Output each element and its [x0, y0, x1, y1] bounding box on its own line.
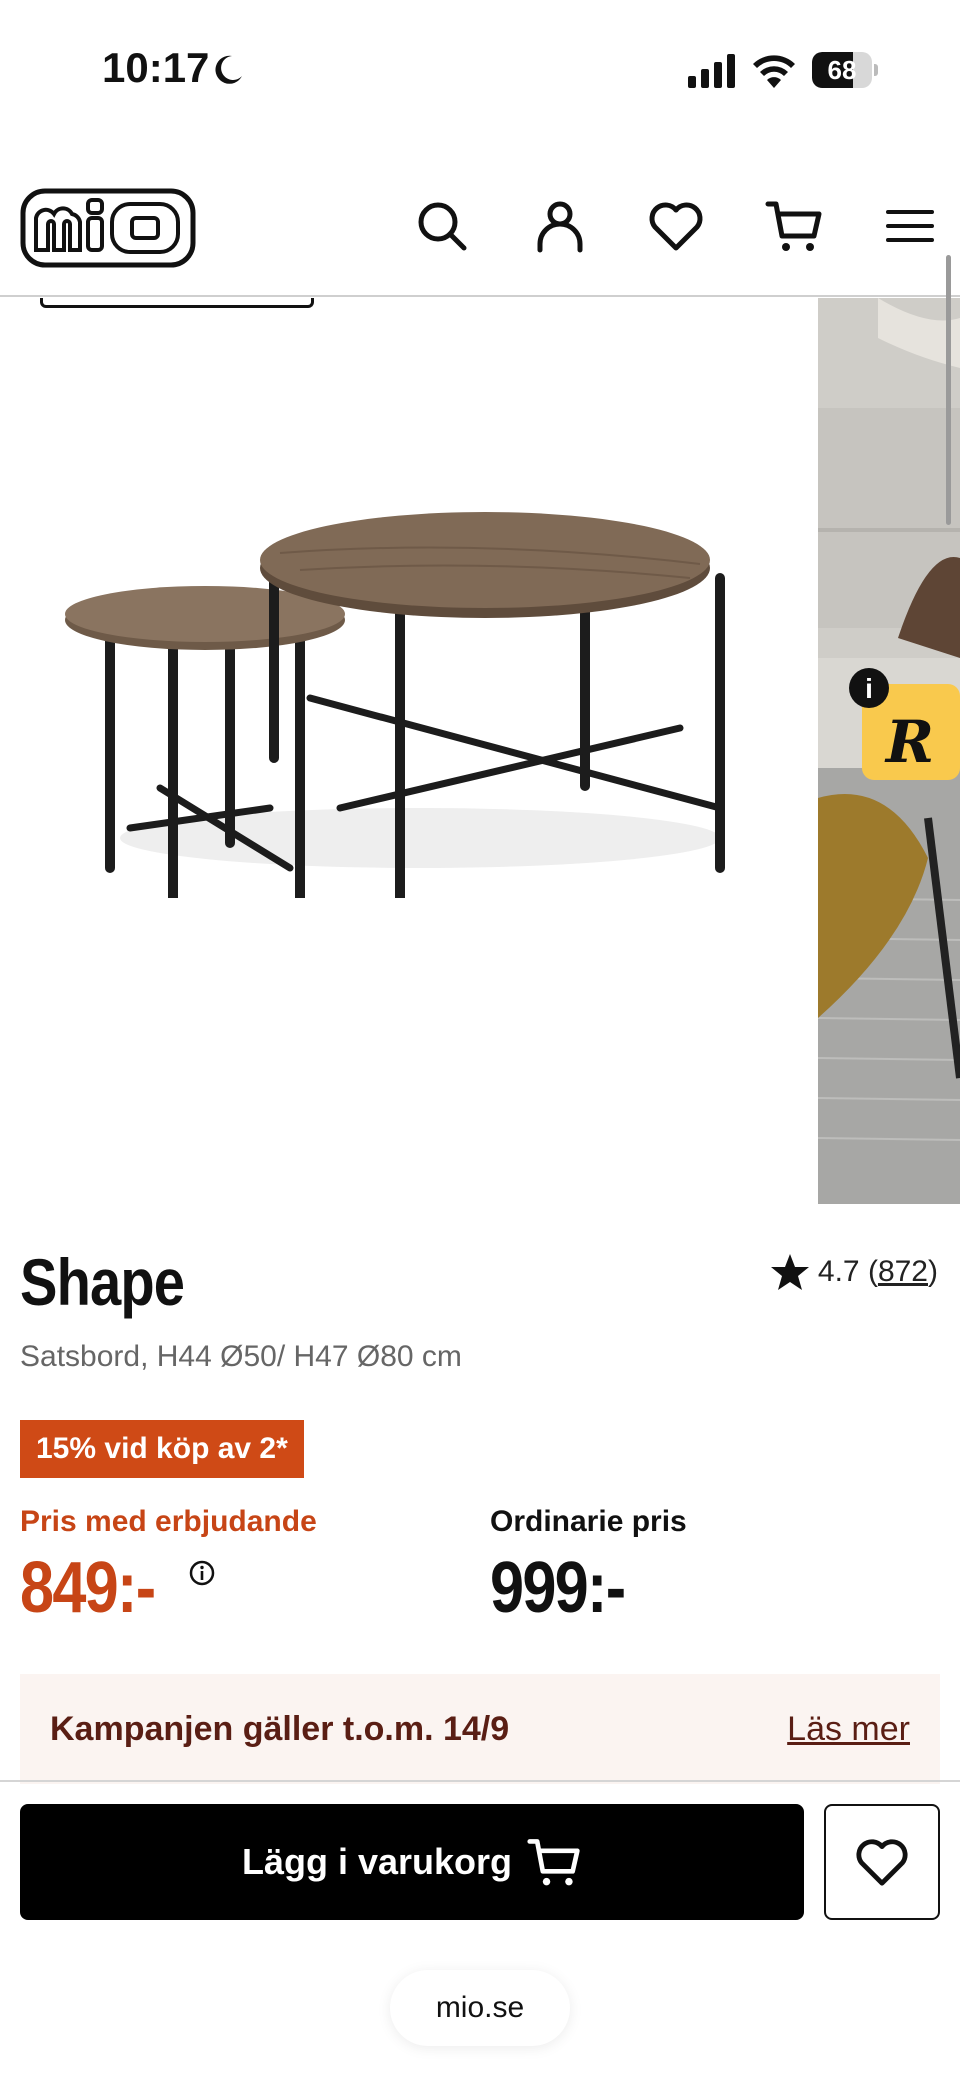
rating-count-link[interactable]: 872: [878, 1255, 928, 1289]
product-rating[interactable]: 4.7 (872): [770, 1252, 938, 1292]
cart-icon: [527, 1839, 580, 1886]
account-icon: [537, 201, 583, 253]
regular-price: 999:-: [490, 1548, 626, 1628]
add-to-wishlist-button[interactable]: [824, 1804, 940, 1920]
battery-indicator: 68: [812, 52, 878, 88]
regular-price-label: Ordinarie pris: [490, 1505, 687, 1538]
mio-logo[interactable]: [20, 188, 196, 268]
campaign-text: Kampanjen gäller t.o.m. 14/9: [50, 1710, 510, 1748]
wishlist-button[interactable]: [646, 196, 706, 256]
product-image-gallery[interactable]: R i: [0, 298, 960, 1204]
read-more-link[interactable]: Läs mer: [787, 1710, 910, 1749]
status-bar: 10:17 68: [0, 0, 960, 140]
product-tag-edge: [40, 298, 314, 308]
cellular-signal-icon: [688, 54, 735, 88]
star-icon: [770, 1254, 809, 1290]
wifi-icon: [753, 55, 795, 88]
promo-badge: 15% vid köp av 2*: [20, 1420, 304, 1478]
svg-text:R: R: [884, 708, 934, 776]
info-icon[interactable]: [188, 1559, 216, 1587]
campaign-banner: Kampanjen gäller t.o.m. 14/9 Läs mer: [20, 1674, 940, 1784]
rating-value: 4.7: [817, 1255, 860, 1288]
status-time: 10:17: [102, 44, 210, 91]
moon-icon: [215, 55, 242, 84]
reviews-widget-button[interactable]: R i: [848, 666, 960, 786]
add-to-cart-button[interactable]: Lägg i varukorg: [20, 1804, 804, 1920]
sticky-bar-divider: [0, 1780, 960, 1782]
heart-icon: [856, 1839, 908, 1886]
offer-price: 849:-: [20, 1548, 156, 1628]
menu-icon: [886, 210, 934, 242]
product-image-nesting-tables[interactable]: [40, 338, 780, 898]
svg-text:i: i: [865, 673, 873, 704]
search-button[interactable]: [412, 196, 472, 256]
search-icon: [418, 202, 467, 251]
account-button[interactable]: [530, 196, 590, 256]
product-title: Shape: [20, 1245, 185, 1319]
site-header: [0, 180, 960, 297]
browser-url: mio.se: [435, 1991, 525, 2024]
offer-price-block: Pris med erbjudande 849:-: [20, 1505, 317, 1629]
cart-button[interactable]: [764, 196, 824, 256]
product-subtitle: Satsbord, H44 Ø50/ H47 Ø80 cm: [20, 1340, 462, 1373]
offer-price-label: Pris med erbjudande: [20, 1505, 317, 1538]
page-scrollbar[interactable]: [946, 255, 951, 525]
browser-url-pill[interactable]: mio.se: [390, 1970, 570, 2046]
add-to-cart-label: Lägg i varukorg: [241, 1841, 513, 1882]
regular-price-block: Ordinarie pris 999:-: [490, 1505, 687, 1629]
cart-icon: [765, 201, 822, 251]
heart-icon: [649, 202, 703, 251]
battery-level: 68: [827, 55, 857, 85]
menu-button[interactable]: [880, 196, 940, 256]
